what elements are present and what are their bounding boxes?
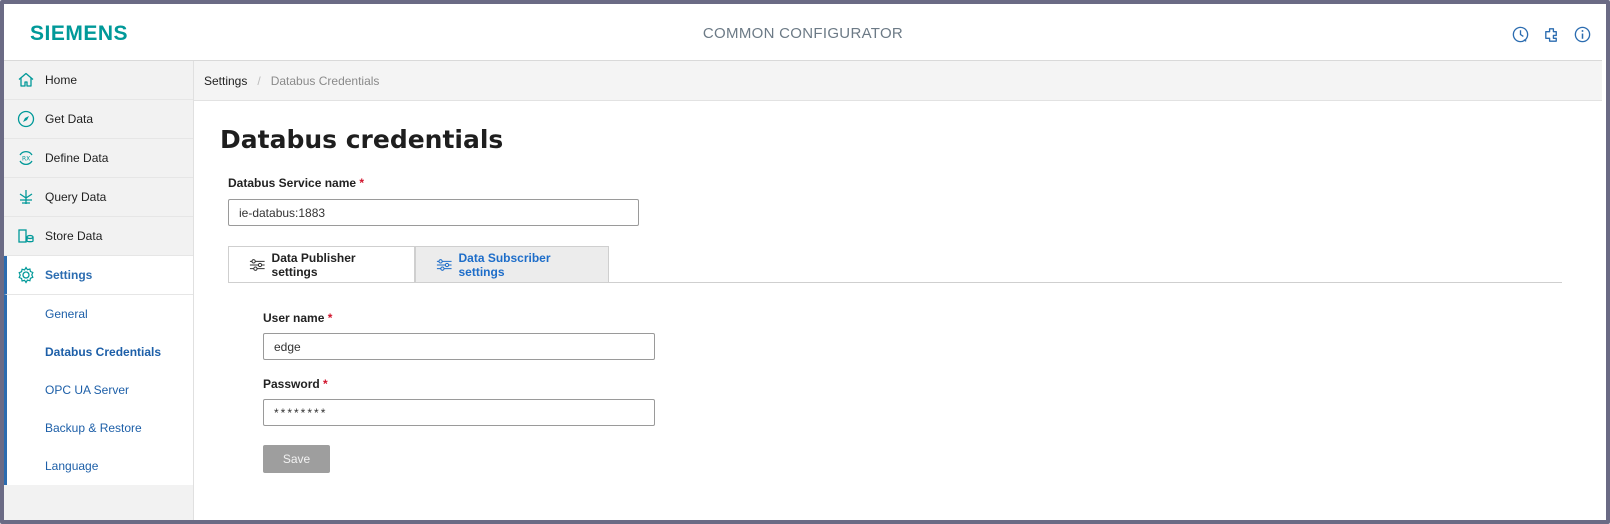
save-button[interactable]: Save — [263, 445, 330, 473]
plugin-icon[interactable] — [1542, 25, 1561, 44]
sidebar: Home Get Data RX Define Data Query Data … — [4, 61, 194, 520]
store-data-icon — [18, 229, 34, 243]
history-icon[interactable] — [1511, 25, 1530, 44]
username-input[interactable] — [263, 333, 655, 360]
service-name-input[interactable] — [228, 199, 639, 226]
settings-tabs: Data Publisher settings Data Subscriber … — [228, 246, 609, 283]
svg-text:RX: RX — [22, 156, 30, 163]
sidebar-item-query-data[interactable]: Query Data — [4, 178, 193, 217]
sidebar-item-label: Settings — [45, 268, 93, 282]
sidebar-item-label: Home — [45, 73, 78, 87]
submenu-item-databus-credentials[interactable]: Databus Credentials — [7, 333, 193, 371]
username-label-text: User name — [263, 311, 325, 325]
required-mark: * — [323, 377, 328, 391]
top-header: SIEMENS COMMON CONFIGURATOR — [4, 4, 1602, 61]
page-title: Databus credentials — [220, 125, 504, 154]
service-name-label: Databus Service name * — [228, 176, 364, 190]
tab-label: Data Subscriber settings — [458, 250, 551, 279]
password-label-text: Password — [263, 377, 320, 391]
sidebar-item-settings[interactable]: Settings — [4, 256, 193, 295]
sidebar-item-label: Store Data — [45, 229, 103, 243]
query-data-icon — [19, 190, 33, 204]
breadcrumb-root[interactable]: Settings — [204, 74, 247, 88]
breadcrumb-current: Databus Credentials — [270, 73, 380, 88]
tab-data-subscriber[interactable]: Data Subscriber settings — [415, 246, 609, 283]
submenu-item-backup-restore[interactable]: Backup & Restore — [7, 409, 193, 447]
settings-submenu: General Databus Credentials OPC UA Serve… — [4, 295, 193, 485]
sliders-icon — [436, 258, 452, 271]
submenu-item-general[interactable]: General — [7, 295, 193, 333]
breadcrumb: Settings / Databus Credentials — [194, 61, 1602, 101]
sidebar-item-label: Query Data — [45, 190, 107, 204]
submenu-item-language[interactable]: Language — [7, 447, 193, 485]
breadcrumb-separator: / — [257, 73, 261, 88]
tab-divider — [228, 282, 1562, 283]
get-data-icon — [17, 110, 35, 128]
gear-icon — [18, 266, 34, 284]
username-label: User name * — [263, 311, 332, 325]
submenu-item-opc-ua-server[interactable]: OPC UA Server — [7, 371, 193, 409]
sidebar-item-home[interactable]: Home — [4, 61, 193, 100]
sliders-icon — [249, 258, 265, 271]
home-icon — [18, 72, 34, 87]
password-input[interactable] — [263, 399, 655, 426]
required-mark: * — [359, 176, 365, 190]
info-icon[interactable] — [1573, 25, 1592, 44]
header-icons — [1511, 25, 1592, 44]
sidebar-item-define-data[interactable]: RX Define Data — [4, 139, 193, 178]
define-data-icon: RX — [19, 151, 33, 165]
sidebar-item-label: Get Data — [45, 112, 94, 126]
service-name-label-text: Databus Service name — [228, 176, 357, 190]
app-title: COMMON CONFIGURATOR — [702, 25, 904, 42]
tab-data-publisher[interactable]: Data Publisher settings — [228, 246, 415, 283]
password-label: Password * — [263, 377, 328, 391]
sidebar-item-get-data[interactable]: Get Data — [4, 100, 193, 139]
sidebar-item-label: Define Data — [45, 151, 109, 165]
sidebar-item-store-data[interactable]: Store Data — [4, 217, 193, 256]
required-mark: * — [327, 311, 333, 325]
tab-label: Data Publisher settings — [271, 250, 356, 279]
